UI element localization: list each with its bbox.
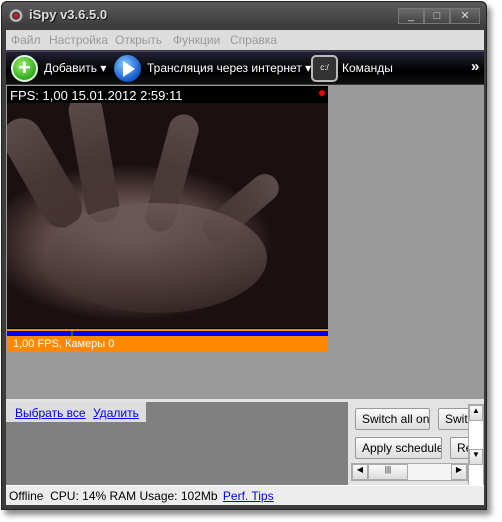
minimize-button[interactable]: _ (398, 8, 424, 24)
toolbar: + Добавить ▾ Трансляция через интернет ▾… (6, 51, 484, 84)
lower-panel: Выбрать все Удалить Switch all on Switc … (6, 399, 484, 486)
camera-tile[interactable]: FPS: 1,00 15.01.2012 2:59:11 1,00 FPS, К… (7, 86, 328, 352)
commands-icon[interactable]: c:/ (311, 55, 338, 82)
menu-settings[interactable]: Настройка (49, 33, 108, 47)
connection-status: Offline (9, 489, 44, 503)
delete-link[interactable]: Удалить (93, 406, 139, 420)
menu-help[interactable]: Справка (230, 33, 277, 47)
window-title: iSpy v3.6.5.0 (29, 7, 108, 22)
menu-functions[interactable]: Функции (173, 33, 220, 47)
scroll-thumb[interactable]: ||| (368, 464, 408, 480)
menu-bar: Файл Настройка Открыть Функции Справка (6, 30, 484, 50)
add-icon[interactable]: + (11, 55, 38, 82)
ispy-logo-icon (9, 8, 23, 22)
scroll-left-icon[interactable]: ◀ (352, 464, 368, 480)
perf-tips-link[interactable]: Perf. Tips (223, 489, 274, 503)
resource-usage: CPU: 14% RAM Usage: 102Mb (50, 489, 218, 503)
reset-button[interactable]: Re (450, 437, 470, 459)
recording-indicator-icon (319, 90, 325, 96)
scroll-up-icon[interactable]: ▲ (469, 405, 483, 421)
menu-file[interactable]: Файл (11, 33, 41, 47)
toolbar-overflow-button[interactable]: » (471, 58, 479, 75)
maximize-button[interactable]: □ (424, 8, 450, 24)
selection-list: Выбрать все Удалить (6, 402, 348, 485)
close-button[interactable]: ✕ (450, 8, 480, 24)
vertical-scrollbar[interactable]: ▲ ▼ (468, 404, 484, 486)
motion-level-bar (7, 329, 328, 336)
horizontal-scrollbar[interactable]: ◀ ||| ▶ (351, 463, 468, 481)
camera-overlay-text: FPS: 1,00 15.01.2012 2:59:11 (10, 88, 183, 103)
scroll-right-icon[interactable]: ▶ (451, 464, 467, 480)
app-window: iSpy v3.6.5.0 _ □ ✕ Файл Настройка Откры… (1, 1, 487, 510)
select-all-link[interactable]: Выбрать все (15, 406, 86, 420)
status-bar: Offline CPU: 14% RAM Usage: 102Mb Perf. … (6, 485, 484, 505)
camera-feed-image (7, 103, 328, 328)
switch-all-on-button[interactable]: Switch all on (355, 408, 430, 430)
apply-schedule-button[interactable]: Apply schedule (355, 437, 442, 459)
commands-button[interactable]: Команды (342, 61, 393, 75)
scroll-down-icon[interactable]: ▼ (469, 449, 483, 465)
camera-status-text: 1,00 FPS, Камеры 0 (7, 336, 328, 352)
play-icon[interactable] (114, 55, 141, 82)
title-bar: iSpy v3.6.5.0 _ □ ✕ (2, 2, 486, 29)
camera-area: FPS: 1,00 15.01.2012 2:59:11 1,00 FPS, К… (6, 85, 484, 399)
menu-open[interactable]: Открыть (115, 33, 162, 47)
switch-all-off-button[interactable]: Switc (438, 408, 470, 430)
add-button[interactable]: Добавить ▾ (44, 61, 106, 75)
broadcast-button[interactable]: Трансляция через интернет ▾ (147, 61, 311, 75)
